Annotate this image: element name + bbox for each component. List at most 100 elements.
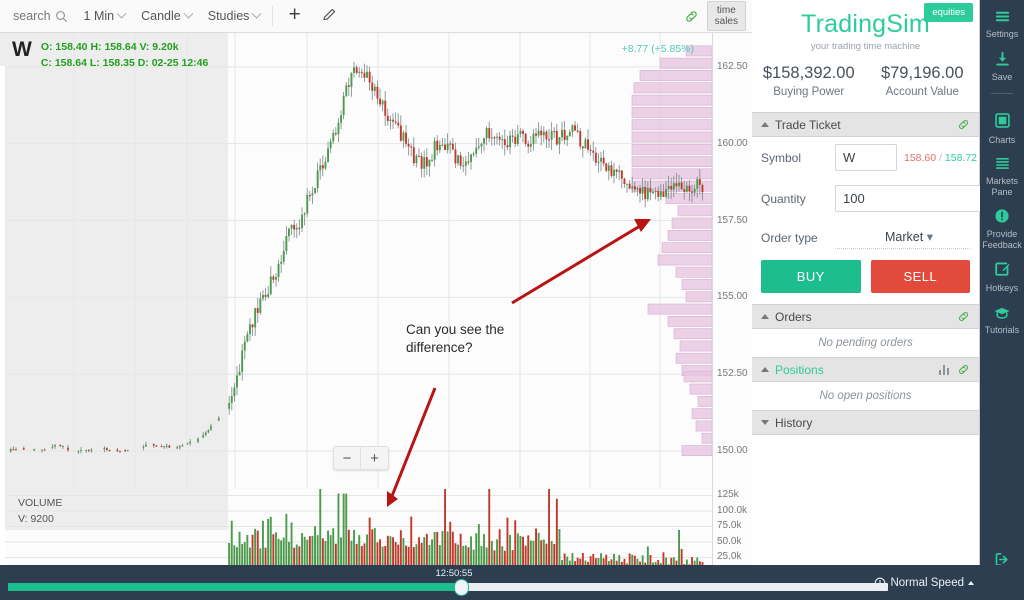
price-tick: 162.50: [717, 60, 748, 72]
icon-rail: Settings Save Charts Markets Pane Provide Fe…: [980, 0, 1024, 600]
add-chart-button[interactable]: +: [278, 2, 310, 36]
buy-button[interactable]: BUY: [761, 260, 861, 293]
positions-icons: [938, 363, 971, 376]
order-buttons: BUY SELL: [752, 256, 979, 304]
order-type-dropdown[interactable]: Market ▾: [835, 226, 970, 249]
orders-label: Orders: [775, 309, 812, 324]
search-label: search: [13, 9, 51, 23]
trade-ticket-icons: [957, 118, 970, 131]
price-tick: 160.00: [717, 137, 748, 149]
link-icon[interactable]: [957, 363, 970, 376]
chart-canvas[interactable]: W O: 158.40 H: 158.64 V: 9.20k C: 158.64…: [0, 33, 752, 587]
trade-ticket-header[interactable]: Trade Ticket: [752, 112, 979, 137]
price-axis: 162.50 160.00 157.50 155.00 152.50 150.00: [713, 33, 752, 488]
bar-chart-icon[interactable]: [938, 364, 949, 375]
chart-annotation-text: Can you see the difference?: [406, 321, 504, 357]
collapse-triangle-icon: [761, 122, 769, 127]
sidebar-item-charts[interactable]: Charts: [980, 103, 1024, 147]
price-plot[interactable]: [0, 33, 712, 488]
square-icon: [981, 112, 1023, 131]
chart-toolbar: search 1 Min Candle Studies + time sales: [0, 0, 752, 36]
info-icon: [981, 208, 1023, 226]
chevron-up-icon: [968, 581, 974, 585]
sidebar-item-markets-pane[interactable]: Markets Pane: [980, 147, 1024, 199]
price-tick: 150.00: [717, 445, 748, 457]
sidebar-item-provide-feedback[interactable]: Provide Feedback: [980, 199, 1024, 252]
orders-header[interactable]: Orders: [752, 304, 979, 329]
toolbar-divider: [272, 6, 274, 26]
quantity-row: Quantity: [752, 178, 1024, 219]
chart-pane: search 1 Min Candle Studies + time sales…: [0, 0, 752, 587]
sidebar-item-label: Settings: [985, 29, 1019, 40]
speed-label: Normal Speed: [890, 577, 964, 589]
positions-header[interactable]: Positions: [752, 357, 979, 382]
chart-symbol: W: [12, 38, 32, 61]
trade-ticket-label: Trade Ticket: [775, 117, 841, 132]
charttype-label: Candle: [141, 9, 181, 23]
zoom-in-button[interactable]: +: [361, 447, 388, 469]
collapse-triangle-icon: [761, 314, 769, 319]
link-icon[interactable]: [957, 118, 970, 131]
speed-control[interactable]: Normal Speed: [874, 577, 974, 589]
history-header[interactable]: History: [752, 410, 979, 435]
pencil-icon: [322, 8, 335, 21]
collapse-triangle-icon: [761, 367, 769, 372]
sell-button[interactable]: SELL: [870, 260, 970, 293]
volume-tick: 50.0k: [717, 535, 742, 547]
chart-left-margin: [0, 66, 5, 563]
change-readout: +8.77 (+5.85%): [621, 43, 694, 55]
sidebar-item-save[interactable]: Save: [980, 42, 1024, 85]
tradingsim-app: search 1 Min Candle Studies + time sales…: [0, 0, 1024, 600]
symbol-input[interactable]: [835, 144, 897, 171]
playback-scrubber[interactable]: [8, 579, 888, 596]
expand-triangle-icon: [761, 420, 769, 425]
chevron-down-icon: [251, 8, 262, 19]
account-value-label: Account Value: [885, 86, 959, 98]
playback-handle[interactable]: [454, 579, 469, 596]
hamburger-icon: [981, 9, 1023, 26]
sidebar-item-settings[interactable]: Settings: [980, 0, 1024, 42]
volume-value: V: 9200: [18, 512, 54, 525]
link-icon[interactable]: [684, 9, 699, 24]
ohlc-readout: W O: 158.40 H: 158.64 V: 9.20k C: 158.64…: [12, 39, 208, 72]
playback-progress: [8, 583, 460, 591]
chevron-down-icon: [183, 8, 194, 19]
ask-price: 158.72: [944, 151, 978, 164]
charttype-selector[interactable]: Candle: [134, 5, 199, 27]
order-type-label: Order type: [761, 230, 818, 245]
draw-tool-button[interactable]: [313, 4, 346, 28]
volume-tick: 75.0k: [717, 520, 742, 532]
order-type-row: Order type Market ▾: [752, 219, 979, 256]
sidebar-item-tutorials[interactable]: Tutorials: [980, 296, 1024, 338]
brand-header: equities TradingSim your trading time ma…: [752, 0, 979, 61]
no-positions-message: No open positions: [752, 382, 979, 410]
bid-ask-separator: /: [939, 151, 942, 164]
timeframe-selector[interactable]: 1 Min: [77, 5, 133, 27]
symbol-input-group: 158.60 / 158.72: [835, 144, 977, 171]
playback-rail-filler: [980, 565, 1024, 600]
account-value: $79,196.00 Account Value: [866, 64, 980, 98]
buying-power: $158,392.00 Buying Power: [752, 64, 866, 98]
studies-selector[interactable]: Studies: [201, 5, 268, 27]
bid-price: 158.60: [904, 151, 937, 164]
sidebar-item-hotkeys[interactable]: Hotkeys: [980, 252, 1024, 296]
sidebar-item-label: Charts: [988, 134, 1016, 145]
sidebar-item-label: Markets Pane: [985, 176, 1018, 197]
volume-tick: 125k: [717, 489, 739, 501]
symbol-row: Symbol 158.60 / 158.72: [752, 137, 979, 178]
volume-tick: 100.0k: [717, 504, 748, 516]
volume-tick: 25.0k: [717, 551, 742, 563]
link-icon[interactable]: [957, 310, 970, 323]
volume-plot[interactable]: [0, 488, 712, 573]
price-tick: 157.50: [717, 214, 748, 226]
download-icon: [981, 51, 1023, 69]
sidebar-item-label: Save: [991, 72, 1013, 83]
buying-power-value: $158,392.00: [762, 64, 855, 82]
volume-title: VOLUME: [18, 497, 63, 509]
equities-badge[interactable]: equities: [924, 3, 973, 22]
search-input[interactable]: search: [6, 5, 75, 27]
zoom-out-button[interactable]: −: [334, 447, 361, 469]
time-sales-button[interactable]: time sales: [706, 0, 746, 32]
positions-label: Positions: [775, 362, 824, 377]
timeframe-label: 1 Min: [83, 9, 115, 23]
